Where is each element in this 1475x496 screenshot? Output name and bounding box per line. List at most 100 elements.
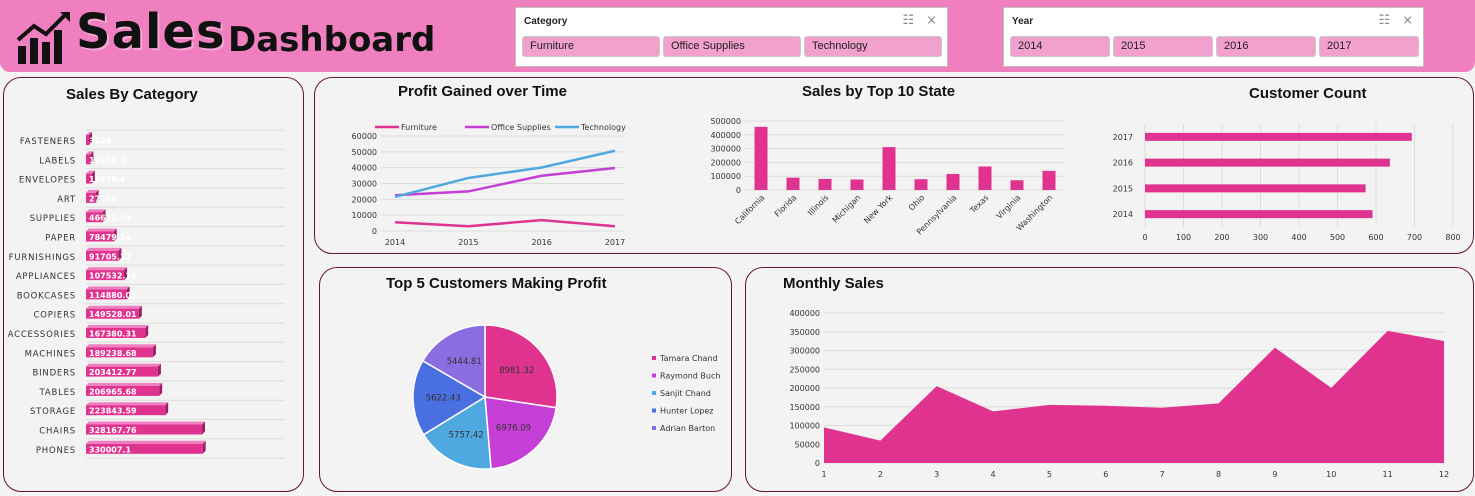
x-tick-label: California <box>733 193 766 226</box>
bar-top <box>86 209 106 213</box>
y-tick-label: 200000 <box>789 384 820 393</box>
bar-top <box>86 305 142 309</box>
pie-value-label: 5757.42 <box>449 430 484 440</box>
y-tick-label: 60000 <box>352 132 377 141</box>
sales-by-state-chart: 0 100000 200000 300000 400000 500000 Californi… <box>710 117 1065 237</box>
bar-value-label: 27118 <box>89 194 117 203</box>
slicer-item-2014[interactable]: 2014 <box>1010 36 1110 57</box>
category-label: TABLES <box>39 388 76 398</box>
legend-label: Raymond Buch <box>660 372 720 381</box>
bar-value-label: 3024 <box>89 137 112 146</box>
x-tick-label: 3 <box>934 470 939 479</box>
legend-label: Technology <box>580 123 626 132</box>
bar <box>1010 180 1024 190</box>
bar-value-label: 223843.59 <box>89 407 137 416</box>
pie-value-label: 5444.81 <box>447 357 482 367</box>
bar-value-label: 114880.05 <box>89 291 137 300</box>
y-tick-label: 0 <box>372 227 377 236</box>
category-label: BOOKCASES <box>17 291 76 301</box>
x-tick-label: Florida <box>773 193 799 219</box>
x-tick-label: 2 <box>878 470 883 479</box>
category-label: BINDERS <box>32 369 76 379</box>
dashboard-title: Sales <box>76 4 226 60</box>
slicer-item-office-supplies[interactable]: Office Supplies <box>663 36 801 57</box>
y-tick-label: 300000 <box>710 145 741 154</box>
y-tick-label: 350000 <box>789 328 820 337</box>
y-tick-label: 250000 <box>789 365 820 374</box>
bar-value-label: 330007.1 <box>89 445 131 454</box>
multi-select-icon[interactable]: ☷ <box>902 13 914 28</box>
category-label: FURNISHINGS <box>9 253 76 263</box>
x-tick-label: 2015 <box>458 238 478 247</box>
bar <box>978 166 992 190</box>
y-tick-label: 300000 <box>789 347 820 356</box>
x-tick-label: Virginia <box>995 193 1023 221</box>
bar-value-label: 78479.24 <box>89 233 131 242</box>
bar-value-label: 189238.68 <box>89 349 137 358</box>
bar <box>1145 158 1390 167</box>
x-tick-label: 10 <box>1326 470 1336 479</box>
pie-value-label: 8981.32 <box>499 366 534 376</box>
monthly-sales-panel: Monthly Sales 0 50000 100000 150000 200000 25… <box>745 267 1474 492</box>
y-tick-label: 400000 <box>710 131 741 140</box>
bar-value-label: 107532.14 <box>89 272 137 281</box>
clear-filter-icon[interactable]: ⨯ <box>926 13 937 28</box>
x-tick-label: 7 <box>1160 470 1165 479</box>
y-tick-label: 20000 <box>352 195 377 204</box>
x-tick-label: 6 <box>1103 470 1108 479</box>
bar-top <box>86 440 206 444</box>
legend-label: Tamara Chand <box>659 354 718 363</box>
customer-count-chart: 0 100 200 300 400 500 600 700 800 2017 2016 2015 201… <box>1113 124 1461 242</box>
bar <box>1145 132 1412 141</box>
bar-top <box>86 382 163 386</box>
slicer-item-technology[interactable]: Technology <box>804 36 942 57</box>
category-slicer: Category ☷ ⨯ Furniture Office Supplies Te… <box>515 7 948 67</box>
y-tick-label: 150000 <box>789 403 820 412</box>
bar-value-label: 206965.68 <box>89 387 137 396</box>
x-tick-label: 300 <box>1253 233 1268 242</box>
bar-value-label: 149528.01 <box>89 310 137 319</box>
clear-filter-icon[interactable]: ⨯ <box>1402 13 1413 28</box>
bar-top <box>86 402 169 406</box>
y-tick-label: 0 <box>815 459 820 468</box>
bar-top <box>86 267 128 271</box>
bar <box>1145 184 1366 193</box>
bar <box>1145 210 1373 219</box>
pie-value-label: 5622.43 <box>426 393 461 403</box>
y-tick-label: 50000 <box>795 440 820 449</box>
category-label: LABELS <box>39 156 76 166</box>
dashboard-subtitle: Dashboard <box>228 20 436 60</box>
legend-label: Adrian Barton <box>660 424 715 433</box>
y-tick-label: 10000 <box>352 211 377 220</box>
bar-value-label: 167380.31 <box>89 330 137 339</box>
y-tick-label: 30000 <box>352 180 377 189</box>
bar <box>754 126 768 190</box>
x-tick-label: 4 <box>991 470 996 479</box>
x-tick-label: 8 <box>1216 470 1221 479</box>
multi-select-icon[interactable]: ☷ <box>1378 13 1390 28</box>
y-tick-label: 2017 <box>1113 133 1133 142</box>
x-tick-label: 200 <box>1214 233 1229 242</box>
bar-top <box>86 325 149 328</box>
bar <box>882 147 896 190</box>
bar <box>1042 170 1056 190</box>
bar-value-label: 328167.76 <box>89 426 137 435</box>
y-tick-label: 0 <box>736 186 741 195</box>
bar-top <box>86 363 161 367</box>
category-label: PAPER <box>45 234 76 244</box>
x-tick-label: 100 <box>1176 233 1191 242</box>
slicer-item-furniture[interactable]: Furniture <box>522 36 660 57</box>
x-tick-label: 700 <box>1407 233 1422 242</box>
top-customers-panel: Top 5 Customers Making Profit 8981.32 697… <box>319 267 732 492</box>
slicer-item-2017[interactable]: 2017 <box>1319 36 1419 57</box>
category-label: PHONES <box>36 446 76 456</box>
slicer-item-2015[interactable]: 2015 <box>1113 36 1213 57</box>
bar-value-label: 203412.77 <box>89 368 137 377</box>
bar-value-label: 16476.4 <box>89 175 126 184</box>
bar-top <box>86 247 122 251</box>
bar-top <box>86 344 156 348</box>
y-tick-label: 400000 <box>789 309 820 318</box>
slicer-item-2016[interactable]: 2016 <box>1216 36 1316 57</box>
x-tick-label: 800 <box>1445 233 1460 242</box>
y-tick-label: 50000 <box>352 148 377 157</box>
